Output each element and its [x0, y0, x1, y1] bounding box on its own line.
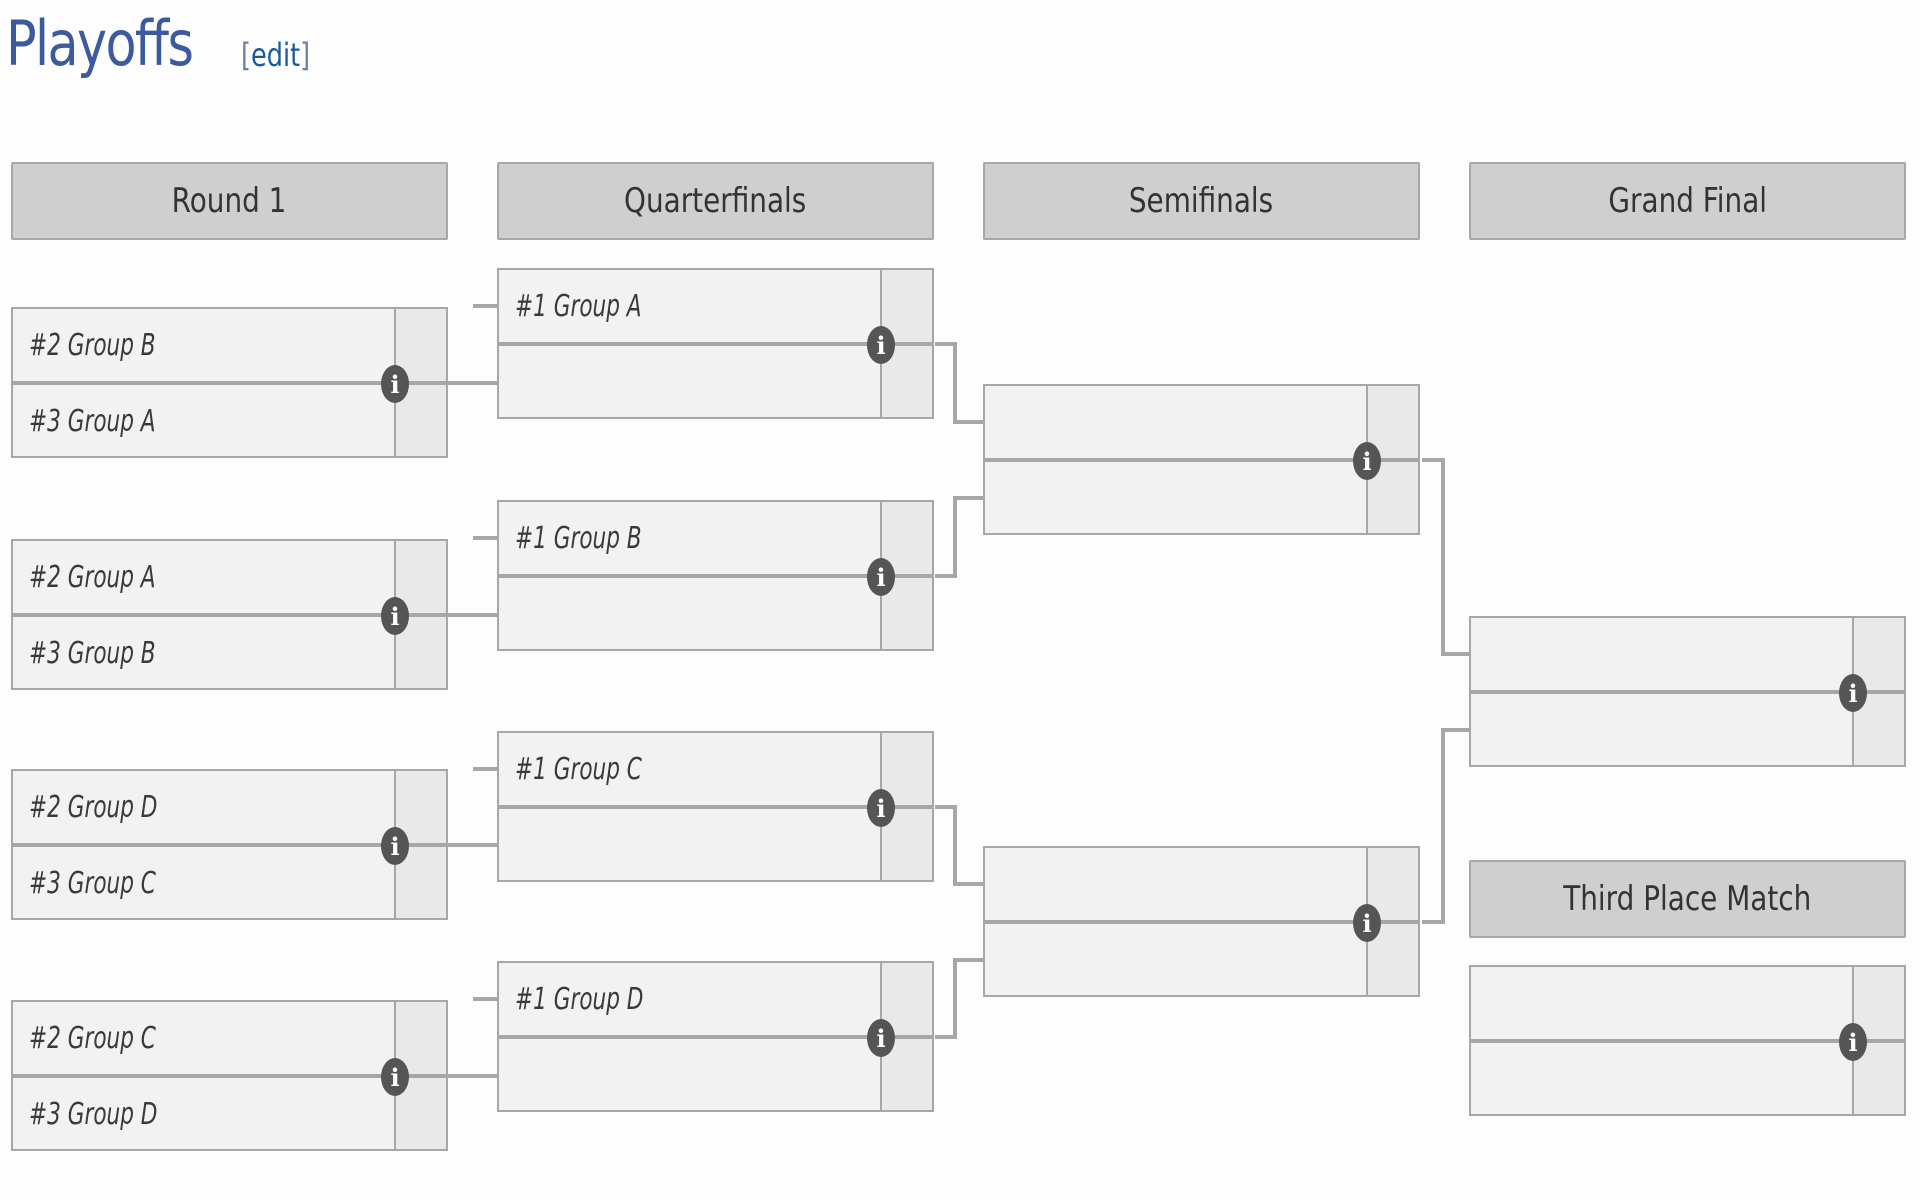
match-round1-1: #2 Group B #3 Group A i — [11, 307, 448, 458]
team-slot-bottom[interactable]: #3 Group B — [13, 617, 394, 689]
info-icon[interactable]: i — [1839, 674, 1867, 712]
team-slot-bottom[interactable] — [499, 578, 880, 650]
connector-sf-gf — [1441, 652, 1469, 656]
round-header-round-1: Round 1 — [11, 162, 448, 240]
connector-stub-qf — [473, 304, 497, 308]
match-round1-3: #2 Group D #3 Group C i — [11, 769, 448, 920]
team-slot-bottom[interactable] — [985, 924, 1366, 996]
team-name: #3 Group A — [29, 403, 156, 439]
team-slot-bottom[interactable]: #3 Group D — [13, 1078, 394, 1150]
match-round1-2: #2 Group A #3 Group B i — [11, 539, 448, 690]
connector-qf-sf — [953, 496, 983, 500]
team-slot-top[interactable]: #1 Group B — [499, 502, 880, 574]
info-icon[interactable]: i — [381, 1058, 409, 1096]
match-grand-final-1: i — [1469, 616, 1906, 767]
team-slot-top[interactable]: #2 Group C — [13, 1002, 394, 1074]
info-icon[interactable]: i — [867, 1019, 895, 1057]
info-icon[interactable]: i — [1839, 1023, 1867, 1061]
connector-stub-qf — [473, 536, 497, 540]
info-icon[interactable]: i — [1353, 442, 1381, 480]
team-slot-bottom[interactable] — [985, 462, 1366, 534]
round-header-semifinals: Semifinals — [983, 162, 1420, 240]
info-icon[interactable]: i — [381, 597, 409, 635]
connector-r1-qf — [448, 613, 498, 617]
team-slot-bottom[interactable]: #3 Group C — [13, 847, 394, 919]
edit-link-wrapper: [edit] — [241, 36, 310, 74]
page-title: Playoffs — [6, 7, 194, 80]
info-icon[interactable]: i — [381, 827, 409, 865]
team-slot-top[interactable]: #1 Group D — [499, 963, 880, 1035]
connector-r1-qf — [448, 1074, 498, 1078]
round-header-label: Grand Final — [1608, 181, 1767, 221]
team-slot-top[interactable]: #2 Group A — [13, 541, 394, 613]
team-slot-bottom[interactable] — [1471, 1043, 1852, 1115]
info-icon[interactable]: i — [381, 365, 409, 403]
connector-qf-sf — [953, 882, 983, 886]
team-name: #1 Group D — [515, 981, 644, 1017]
team-slot-bottom[interactable] — [499, 346, 880, 418]
round-header-grand-final: Grand Final — [1469, 162, 1906, 240]
round-header-quarterfinals: Quarterfinals — [497, 162, 934, 240]
team-name: #1 Group B — [515, 520, 642, 556]
match-quarterfinals-3: #1 Group C i — [497, 731, 934, 882]
connector-r1-qf — [448, 381, 498, 385]
team-slot-top[interactable] — [1471, 618, 1852, 690]
info-icon[interactable]: i — [867, 558, 895, 596]
team-name: #1 Group A — [515, 288, 642, 324]
connector-qf-sf — [953, 496, 957, 578]
team-slot-bottom[interactable] — [499, 1039, 880, 1111]
team-slot-bottom[interactable]: #3 Group A — [13, 385, 394, 457]
team-name: #3 Group C — [29, 865, 156, 901]
info-icon[interactable]: i — [1353, 904, 1381, 942]
connector-qf-sf — [953, 420, 983, 424]
team-slot-top[interactable]: #1 Group A — [499, 270, 880, 342]
connector-r1-qf — [448, 843, 498, 847]
round-header-label: Semifinals — [1129, 181, 1274, 221]
team-slot-bottom[interactable] — [1471, 694, 1852, 766]
match-semifinals-1: i — [983, 384, 1420, 535]
team-name: #2 Group A — [29, 559, 156, 595]
team-slot-top[interactable]: #2 Group B — [13, 309, 394, 381]
team-name: #3 Group B — [29, 635, 156, 671]
bracket-open: [ — [241, 36, 251, 74]
round-header-label: Round 1 — [172, 181, 287, 221]
round-header-label: Quarterfinals — [624, 181, 807, 221]
match-quarterfinals-4: #1 Group D i — [497, 961, 934, 1112]
round-header-label: Third Place Match — [1563, 879, 1812, 919]
team-name: #2 Group C — [29, 1020, 156, 1056]
team-name: #1 Group C — [515, 751, 642, 787]
connector-sf-gf — [1441, 728, 1469, 732]
team-slot-top[interactable]: #2 Group D — [13, 771, 394, 843]
round-header-third-place: Third Place Match — [1469, 860, 1906, 938]
team-slot-top[interactable] — [1471, 967, 1852, 1039]
team-slot-top[interactable] — [985, 848, 1366, 920]
connector-qf-sf — [953, 958, 983, 962]
team-name: #2 Group D — [29, 789, 158, 825]
connector-stub-qf — [473, 767, 497, 771]
connector-stub-qf — [473, 997, 497, 1001]
connector-qf-sf — [953, 958, 957, 1039]
team-slot-top[interactable]: #1 Group C — [499, 733, 880, 805]
info-icon[interactable]: i — [867, 789, 895, 827]
team-slot-top[interactable] — [985, 386, 1366, 458]
match-semifinals-2: i — [983, 846, 1420, 997]
connector-sf-gf — [1441, 458, 1445, 656]
connector-qf-sf — [953, 805, 957, 886]
match-quarterfinals-1: #1 Group A i — [497, 268, 934, 419]
edit-link[interactable]: edit — [251, 36, 300, 74]
bracket-close: ] — [300, 36, 311, 74]
match-quarterfinals-2: #1 Group B i — [497, 500, 934, 651]
match-round1-4: #2 Group C #3 Group D i — [11, 1000, 448, 1151]
team-name: #3 Group D — [29, 1096, 158, 1132]
team-name: #2 Group B — [29, 327, 156, 363]
info-icon[interactable]: i — [867, 326, 895, 364]
match-third-place-1: i — [1469, 965, 1906, 1116]
connector-sf-gf — [1441, 728, 1445, 924]
connector-qf-sf — [953, 342, 957, 424]
team-slot-bottom[interactable] — [499, 809, 880, 881]
